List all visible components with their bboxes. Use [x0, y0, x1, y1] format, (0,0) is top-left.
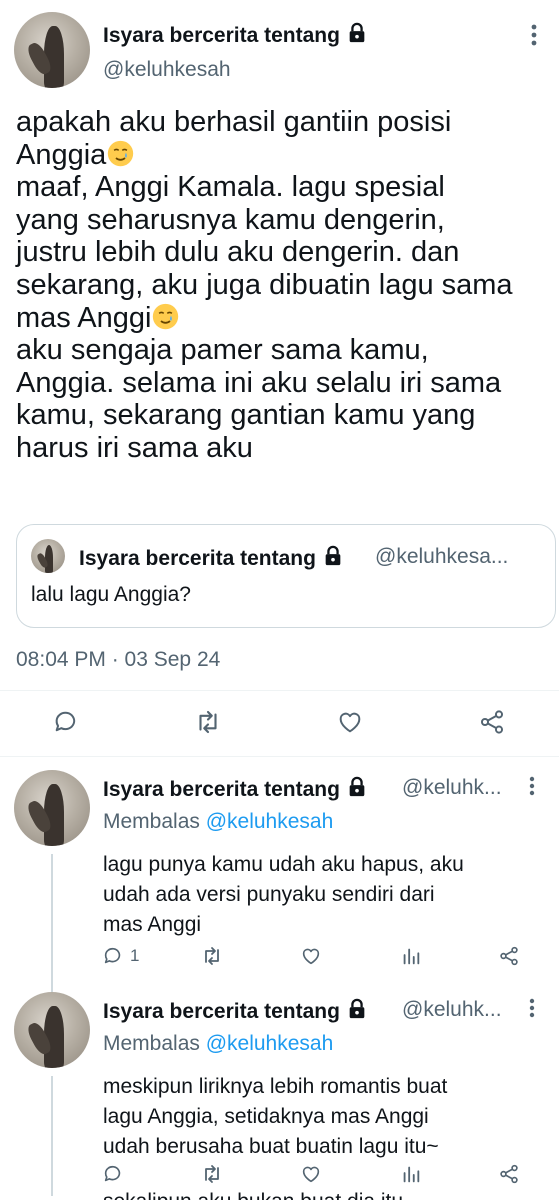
thread-line	[51, 854, 53, 996]
replying-to: Membalas @keluhkesah	[103, 1032, 334, 1055]
quoted-author-handle: @keluhkesa...	[375, 545, 509, 568]
reply-tweet[interactable]: Isyara bercerita tentang @keluhk... Memb…	[0, 992, 559, 1196]
reply-author-handle[interactable]: @keluhk...	[402, 998, 502, 1022]
tweet-line: apakah aku berhasil gantiin posisi	[16, 106, 452, 138]
like-icon[interactable]	[300, 942, 322, 970]
retweet-icon[interactable]	[190, 704, 226, 740]
more-options-icon[interactable]	[529, 776, 535, 801]
reply-author-name[interactable]: Isyara bercerita tentang	[103, 998, 368, 1026]
reply-icon[interactable]	[102, 1160, 130, 1188]
tweet-line: Anggia	[16, 139, 556, 172]
tweet-line: yang seharusnya kamu dengerin,	[16, 203, 445, 236]
reply-author-handle[interactable]: @keluhk...	[402, 776, 502, 800]
share-icon[interactable]	[474, 704, 510, 740]
like-icon[interactable]	[300, 1160, 322, 1188]
reply-icon[interactable]	[48, 704, 84, 740]
analytics-icon[interactable]	[400, 942, 422, 970]
next-reply-text-cut-off: sekalipun aku bukan buat dia itu	[103, 1190, 403, 1200]
reply-avatar[interactable]	[14, 992, 90, 1068]
replying-to-link[interactable]: @keluhkesah	[206, 810, 334, 833]
divider	[0, 756, 559, 757]
author-handle[interactable]: @keluhkesah	[103, 58, 231, 82]
reply-author-name[interactable]: Isyara bercerita tentang	[103, 776, 368, 804]
like-icon[interactable]	[332, 704, 368, 740]
tweet-line: sekarang, aku juga dibuatin lagu sama	[16, 268, 513, 301]
tweet-actions	[0, 704, 559, 744]
reply-tweet[interactable]: Isyara bercerita tentang @keluhk... Memb…	[0, 770, 559, 996]
more-options-icon[interactable]	[531, 24, 537, 51]
reply-icon[interactable]: 1	[102, 942, 139, 970]
divider	[0, 690, 559, 691]
lock-icon	[346, 22, 368, 50]
retweet-icon[interactable]	[200, 942, 224, 970]
reply-count: 1	[130, 946, 140, 965]
reply-text: lagu punya kamu udah aku hapus, aku udah…	[103, 853, 464, 936]
share-icon[interactable]	[498, 942, 520, 970]
reply-avatar[interactable]	[14, 770, 90, 846]
tweet-line: aku sengaja pamer sama kamu,	[16, 334, 429, 367]
quoted-tweet-text: lalu lagu Anggia?	[31, 583, 191, 606]
tweet-line: Anggia. selama ini aku selalu iri sama	[16, 366, 502, 399]
lock-icon	[322, 545, 344, 573]
more-options-icon[interactable]	[529, 998, 535, 1023]
analytics-icon[interactable]	[400, 1160, 422, 1188]
avatar[interactable]	[14, 12, 90, 88]
tweet-text: apakah aku berhasil gantiin posisi Anggi…	[16, 106, 556, 465]
smiling-face-with-tear-icon	[151, 302, 180, 331]
author-name[interactable]: Isyara bercerita tentang	[103, 22, 368, 50]
smiling-face-with-tear-icon	[106, 139, 135, 168]
share-icon[interactable]	[498, 1160, 520, 1188]
tweet-line: mas Anggi	[16, 302, 556, 335]
lock-icon	[346, 776, 368, 804]
reply-text: meskipun liriknya lebih romantis buat la…	[103, 1075, 448, 1158]
lock-icon	[346, 998, 368, 1026]
quoted-author-name: Isyara bercerita tentang	[79, 545, 344, 573]
replying-to: Membalas @keluhkesah	[103, 810, 334, 833]
tweet-line: harus iri sama aku	[16, 431, 253, 464]
replying-to-link[interactable]: @keluhkesah	[206, 1032, 334, 1055]
reply-actions	[0, 1160, 559, 1190]
tweet-line: kamu, sekarang gantian kamu yang	[16, 399, 476, 432]
tweet-line: justru lebih dulu aku dengerin. dan	[16, 236, 460, 269]
retweet-icon[interactable]	[200, 1160, 224, 1188]
quoted-avatar	[31, 539, 65, 573]
tweet-timestamp[interactable]: 08:04 PM · 03 Sep 24	[16, 648, 220, 672]
tweet-line: maaf, Anggi Kamala. lagu spesial	[16, 171, 445, 204]
reply-actions: 1	[0, 942, 559, 972]
quoted-tweet-card[interactable]: Isyara bercerita tentang @keluhkesa... l…	[16, 524, 556, 628]
